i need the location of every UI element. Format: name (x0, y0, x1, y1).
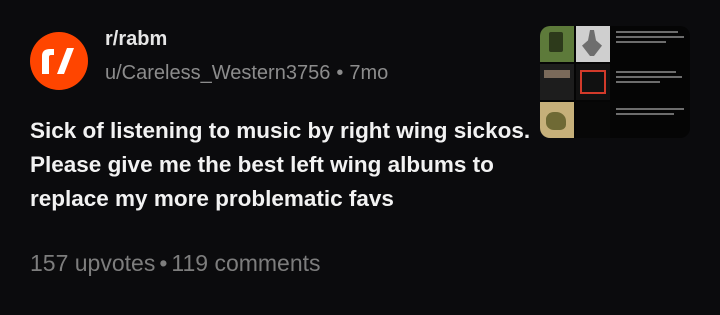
comment-count[interactable]: 119 comments (171, 250, 320, 276)
stats-separator: • (159, 250, 168, 276)
album-cover-5 (540, 102, 574, 138)
post-card[interactable]: r/rabm u/Careless_Western3756 • 7mo Sick o… (0, 0, 720, 315)
subreddit-name[interactable]: r/rabm (105, 28, 167, 51)
album-cover-3 (540, 64, 574, 100)
album-cover-6 (576, 102, 610, 138)
upvote-count: 157 upvotes (30, 250, 156, 276)
post-stats: 157 upvotes • 119 comments (30, 250, 321, 277)
post-thumbnail[interactable] (540, 26, 690, 138)
meta-separator: • (336, 62, 344, 84)
album-cover-2 (576, 26, 610, 62)
post-meta: u/Careless_Western3756 • 7mo (105, 62, 388, 85)
subreddit-avatar-icon[interactable] (30, 32, 88, 90)
author-name[interactable]: u/Careless_Western3756 (105, 62, 330, 84)
post-title[interactable]: Sick of listening to music by right wing… (30, 114, 550, 216)
album-cover-4 (576, 64, 610, 100)
r-slash-icon (42, 48, 74, 74)
post-age: 7mo (349, 62, 389, 84)
album-cover-1 (540, 26, 574, 62)
